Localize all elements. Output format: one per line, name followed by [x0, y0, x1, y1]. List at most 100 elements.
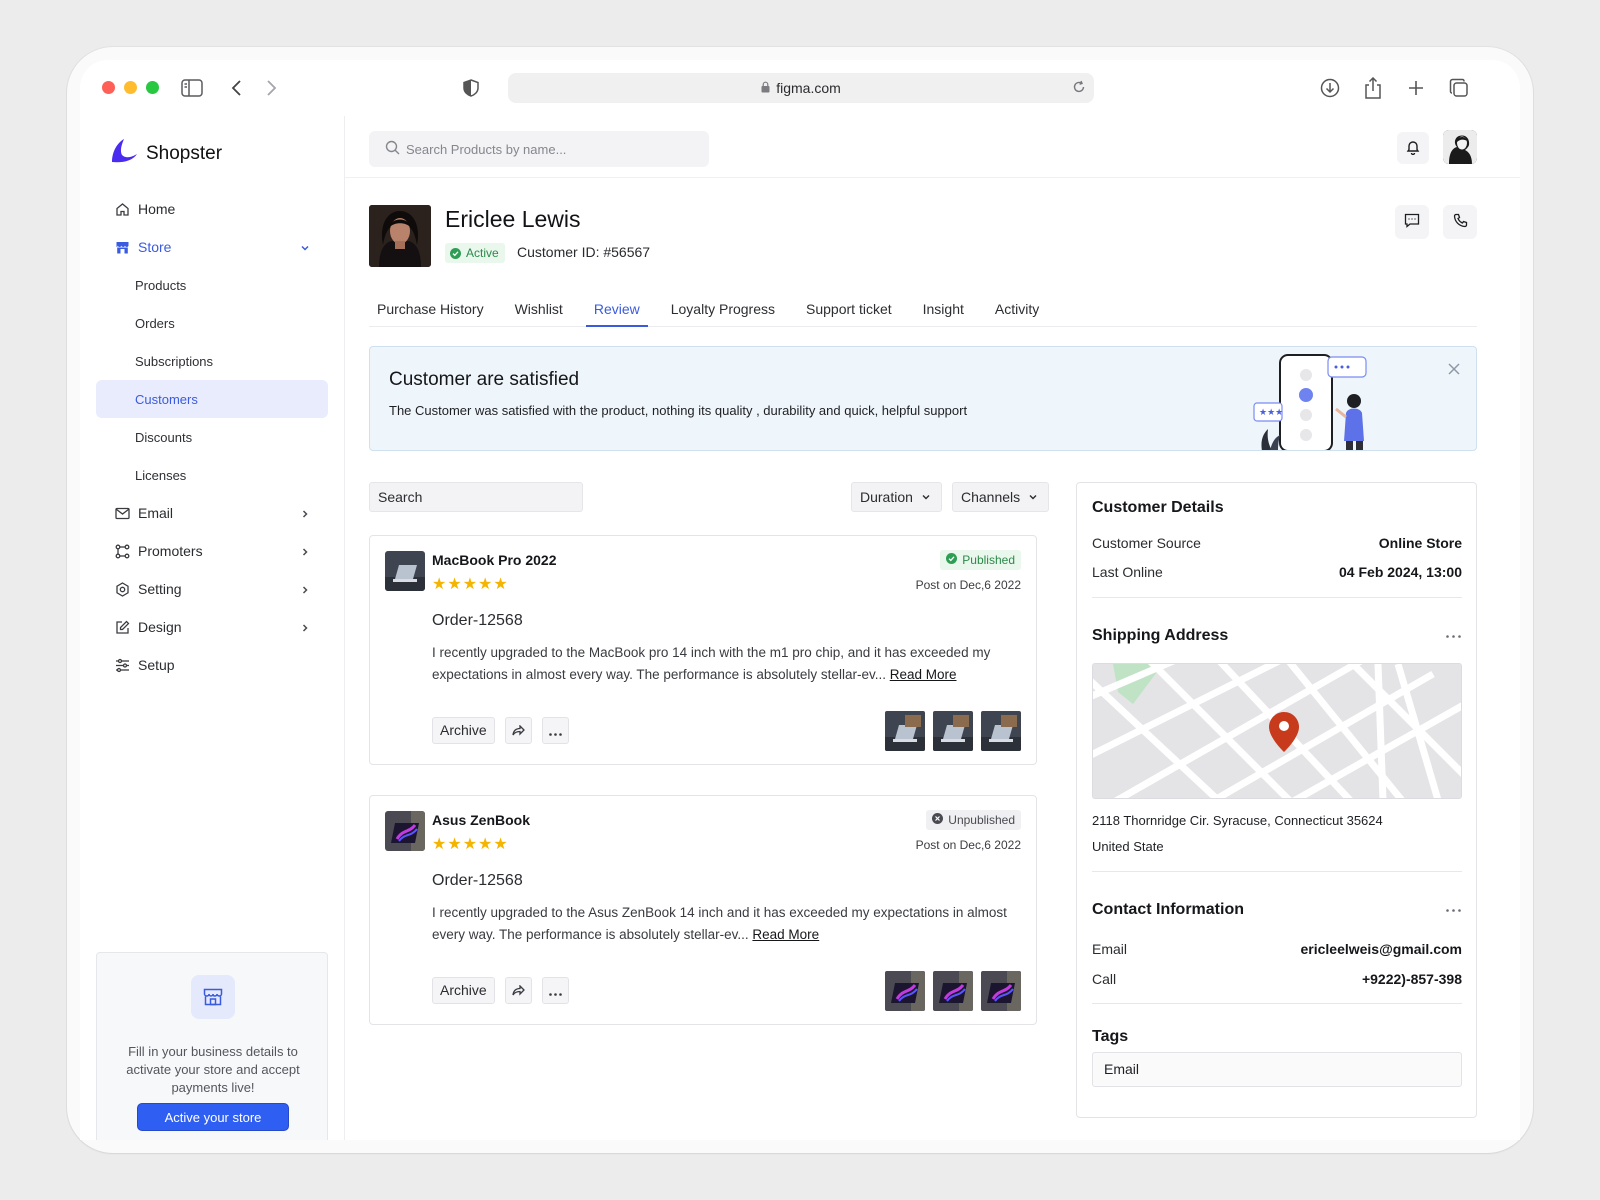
sidebar-item-label: Setting [138, 581, 182, 597]
new-tab-icon[interactable] [1404, 76, 1428, 100]
review-image[interactable] [933, 711, 973, 751]
more-horizontal-icon [549, 723, 562, 739]
search-placeholder: Search Products by name... [406, 141, 567, 157]
minimize-window-button[interactable] [124, 81, 137, 94]
sidebar-item-orders[interactable]: Orders [96, 304, 328, 342]
sidebar-item-promoters[interactable]: Promoters [96, 532, 328, 570]
duration-dropdown[interactable]: Duration [851, 482, 942, 512]
chevron-down-icon [300, 240, 310, 256]
mail-icon [114, 505, 130, 521]
more-options-button[interactable] [542, 717, 569, 744]
feedback-illustration: ★★★ [1250, 351, 1390, 450]
chevron-right-icon [300, 506, 310, 522]
tab-support-ticket[interactable]: Support ticket [798, 297, 900, 327]
tab-loyalty-progress[interactable]: Loyalty Progress [663, 297, 783, 327]
forward-icon[interactable] [259, 76, 283, 100]
sidebar-item-home[interactable]: Home [96, 190, 328, 228]
review-search-input[interactable]: Search [369, 482, 583, 512]
more-options-icon[interactable] [1446, 899, 1461, 917]
back-icon[interactable] [225, 76, 249, 100]
call-value[interactable]: +9222)-857-398 [1362, 971, 1462, 987]
gear-icon [114, 581, 130, 597]
shield-icon[interactable] [459, 76, 483, 100]
divider [1092, 597, 1462, 598]
logo[interactable]: Shopster [110, 138, 222, 170]
rating-stars: ★★★★★ [432, 836, 509, 853]
address-bar[interactable]: figma.com [508, 73, 1094, 103]
share-icon[interactable] [1361, 76, 1385, 100]
tab-wishlist[interactable]: Wishlist [507, 297, 571, 327]
tab-purchase-history[interactable]: Purchase History [369, 297, 492, 327]
read-more-link[interactable]: Read More [890, 667, 957, 682]
sidebar-item-discounts[interactable]: Discounts [96, 418, 328, 456]
review-text: I recently upgraded to the Asus ZenBook … [432, 902, 1022, 946]
review-image[interactable] [933, 971, 973, 1011]
archive-button[interactable]: Archive [432, 977, 495, 1004]
close-window-button[interactable] [102, 81, 115, 94]
review-image[interactable] [981, 971, 1021, 1011]
archive-button[interactable]: Archive [432, 717, 495, 744]
search-icon [385, 140, 400, 158]
chevron-right-icon [300, 544, 310, 560]
sidebar-item-licenses[interactable]: Licenses [96, 456, 328, 494]
download-icon[interactable] [1318, 76, 1342, 100]
review-image[interactable] [885, 711, 925, 751]
sidebar-toggle-icon[interactable] [180, 76, 204, 100]
user-avatar[interactable] [1443, 130, 1477, 164]
reload-icon[interactable] [1072, 80, 1086, 97]
channels-dropdown[interactable]: Channels [952, 482, 1050, 512]
email-value[interactable]: ericleelweis@gmail.com [1300, 941, 1462, 957]
sidebar-item-email[interactable]: Email [96, 494, 328, 532]
satisfaction-banner: Customer are satisfied The Customer was … [369, 346, 1477, 451]
last-online-value: 04 Feb 2024, 13:00 [1339, 564, 1462, 580]
call-button[interactable] [1443, 205, 1477, 239]
more-options-button[interactable] [542, 977, 569, 1004]
status-badge: Unpublished [926, 810, 1021, 830]
app-name: Shopster [146, 143, 223, 164]
sidebar-item-label: Home [138, 201, 176, 217]
sidebar-item-design[interactable]: Design [96, 608, 328, 646]
sidebar-item-store[interactable]: Store [96, 228, 328, 266]
maximize-window-button[interactable] [146, 81, 159, 94]
activate-store-card: Fill in your business details to activat… [96, 952, 328, 1140]
more-options-icon[interactable] [1446, 625, 1461, 643]
customer-source-value: Online Store [1378, 535, 1462, 551]
status-text: Unpublished [948, 813, 1015, 827]
notifications-button[interactable] [1397, 132, 1429, 164]
share-button[interactable] [505, 977, 532, 1004]
chevron-right-icon [300, 620, 310, 636]
bell-icon [1406, 139, 1420, 158]
product-search-input[interactable]: Search Products by name... [369, 131, 709, 167]
share-arrow-icon [512, 723, 525, 739]
sidebar-nav: Home Store Products Orders Subscriptions… [96, 190, 328, 684]
promo-text: Fill in your business details to activat… [126, 1044, 300, 1095]
lock-icon [761, 80, 770, 96]
sidebar-item-customers[interactable]: Customers [96, 380, 328, 418]
sidebar-item-products[interactable]: Products [96, 266, 328, 304]
review-image[interactable] [885, 971, 925, 1011]
more-horizontal-icon [549, 983, 562, 999]
read-more-link[interactable]: Read More [752, 927, 819, 942]
last-online-label: Last Online [1092, 564, 1163, 580]
shipping-map[interactable] [1092, 663, 1462, 799]
share-button[interactable] [505, 717, 532, 744]
tabs-overview-icon[interactable] [1447, 76, 1471, 100]
order-number: Order-12568 [432, 872, 523, 889]
tab-insight[interactable]: Insight [915, 297, 972, 327]
sidebar-item-setup[interactable]: Setup [96, 646, 328, 684]
shopster-logo-icon [110, 138, 138, 170]
close-icon[interactable] [1448, 362, 1460, 378]
sidebar: Shopster Home Store Products Orders Subs… [80, 116, 345, 1140]
browser-toolbar: figma.com [80, 60, 1520, 116]
tab-review[interactable]: Review [585, 297, 648, 327]
status-text: Active [466, 246, 499, 260]
sidebar-item-label: Licenses [135, 467, 187, 483]
sidebar-item-label: Setup [138, 657, 175, 673]
message-button[interactable] [1395, 205, 1429, 239]
tab-activity[interactable]: Activity [987, 297, 1047, 327]
activate-store-button[interactable]: Active your store [137, 1103, 289, 1131]
tags-input[interactable]: Email [1092, 1052, 1462, 1087]
sidebar-item-setting[interactable]: Setting [96, 570, 328, 608]
review-image[interactable] [981, 711, 1021, 751]
sidebar-item-subscriptions[interactable]: Subscriptions [96, 342, 328, 380]
